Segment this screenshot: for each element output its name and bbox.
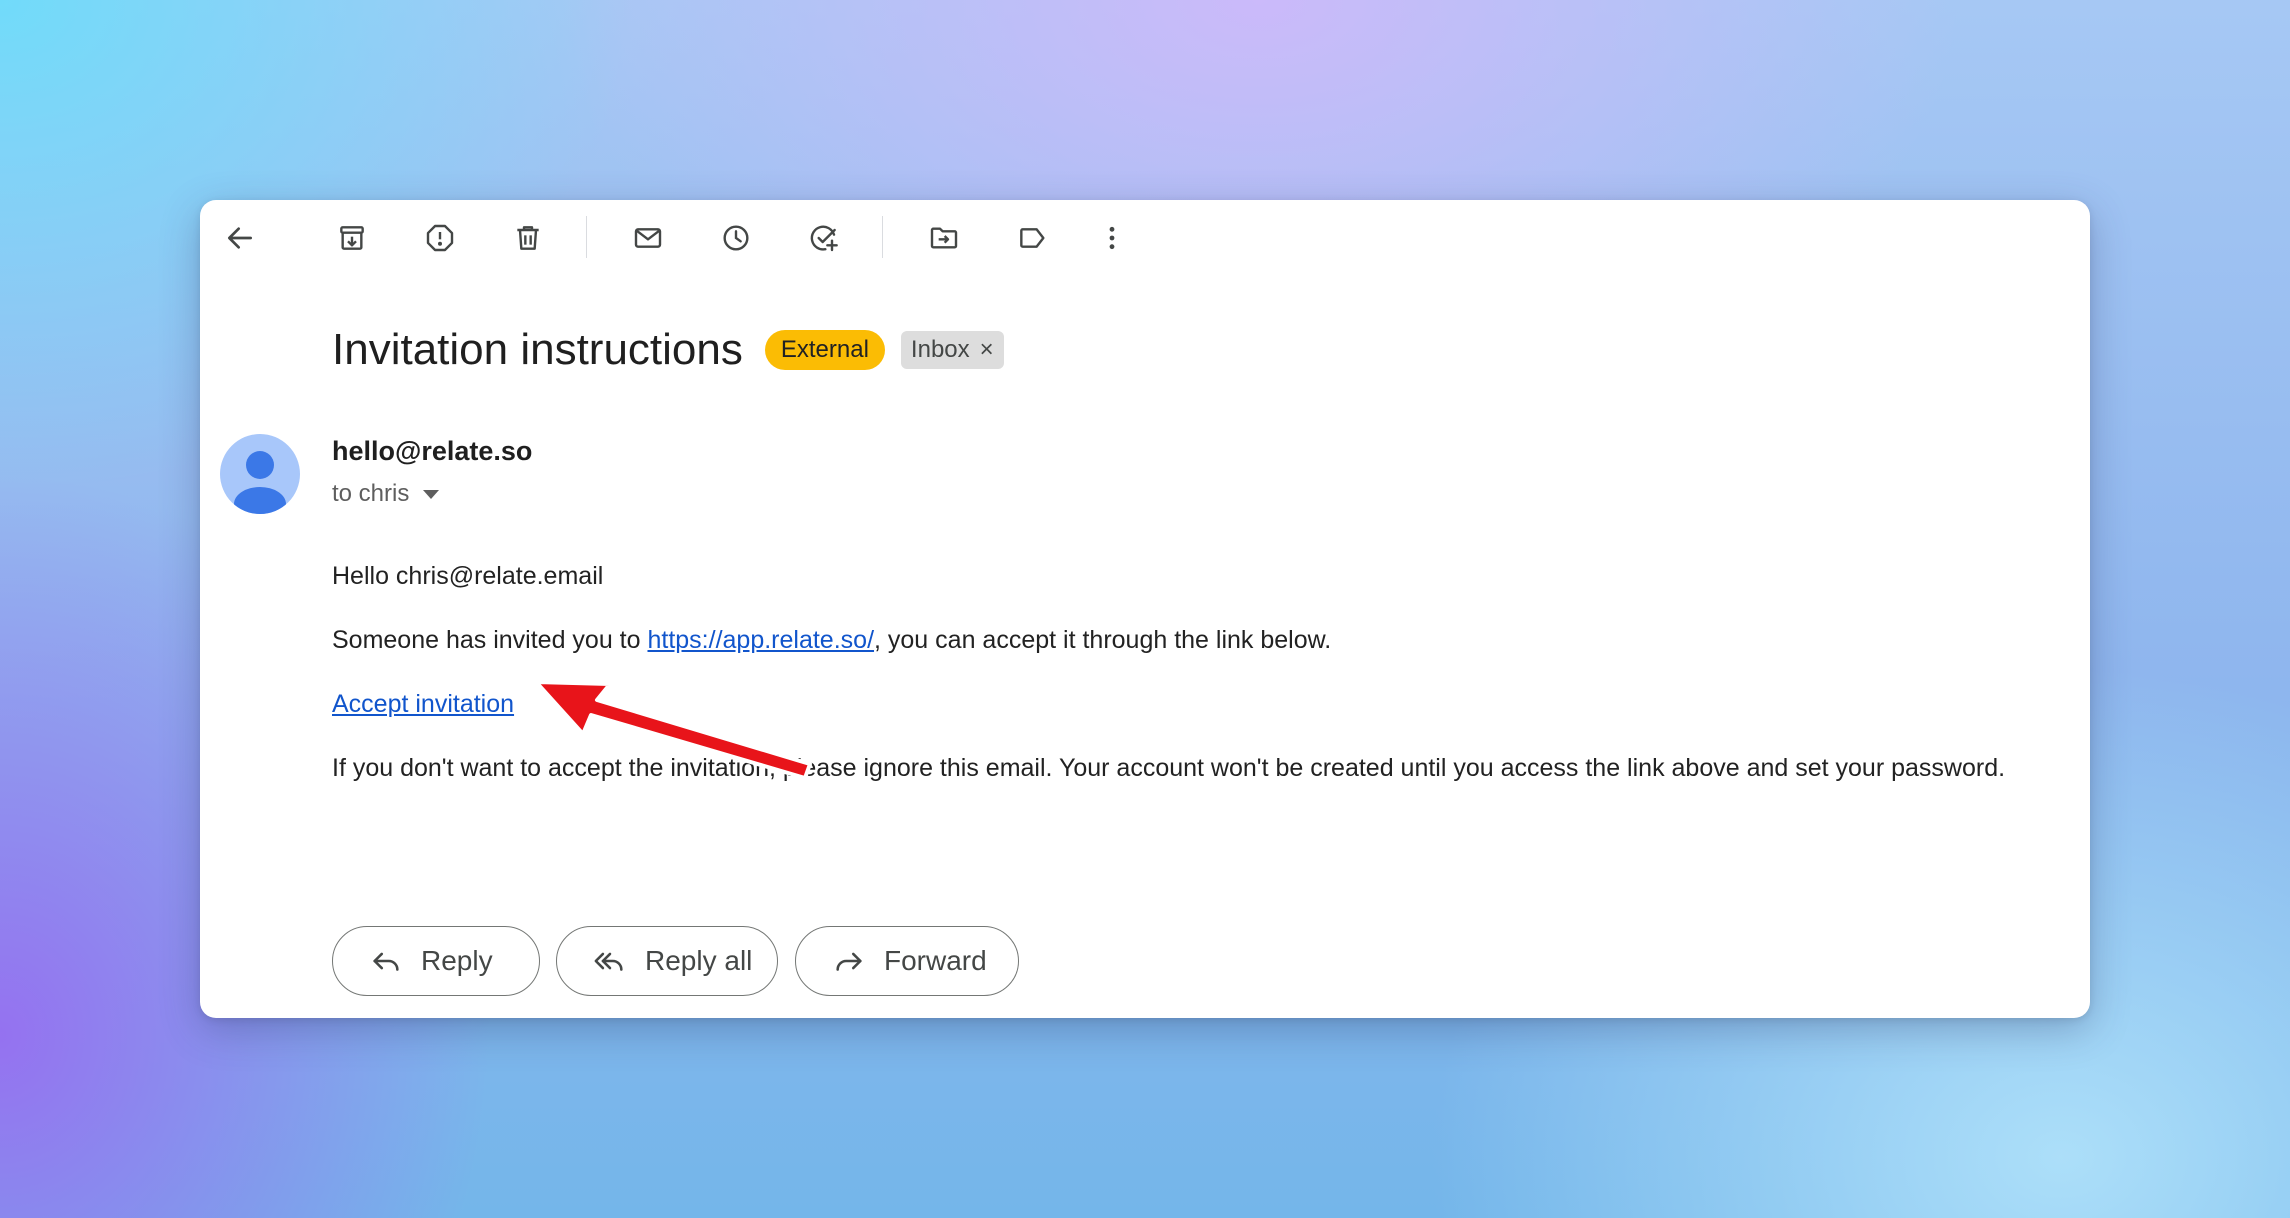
forward-button[interactable]: Forward (795, 926, 1019, 996)
inbox-label-text: Inbox (910, 336, 970, 363)
snooze-button[interactable] (712, 214, 760, 262)
delete-button[interactable] (504, 214, 552, 262)
move-to-button[interactable] (920, 214, 968, 262)
mark-unread-icon (634, 228, 662, 248)
reply-icon (373, 952, 399, 971)
reply-label: Reply (421, 945, 493, 976)
reply-all-icon (594, 952, 623, 971)
arrow-left-icon (228, 227, 252, 249)
add-task-icon (810, 225, 838, 252)
inbox-label-chip: Inbox × (900, 331, 1004, 369)
add-task-button[interactable] (800, 214, 848, 262)
caret-down-icon (423, 489, 440, 499)
snooze-icon (723, 225, 749, 251)
more-options-button[interactable] (1088, 214, 1136, 262)
recipient-details-toggle[interactable]: to chris (332, 480, 440, 508)
reply-all-label: Reply all (645, 945, 753, 976)
toolbar-divider (882, 216, 883, 258)
email-subject: Invitation instructions (332, 325, 743, 374)
annotation-arrow-icon (534, 680, 812, 780)
report-spam-button[interactable] (416, 214, 464, 262)
archive-button[interactable] (328, 214, 376, 262)
back-button[interactable] (216, 214, 264, 262)
body-paragraph-invite: Someone has invited you to https://app.r… (332, 626, 1331, 655)
body-greeting: Hello chris@relate.email (332, 562, 604, 590)
avatar (220, 434, 300, 514)
more-vert-icon (1109, 226, 1115, 250)
sender-email: hello@relate.so (332, 436, 533, 466)
forward-icon (836, 952, 862, 971)
email-card: Invitation instructions External Inbox ×… (200, 200, 2090, 1018)
reply-button[interactable]: Reply (332, 926, 540, 996)
app-link[interactable]: https://app.relate.so/ (647, 626, 874, 654)
label-icon (1020, 228, 1045, 248)
body-text-segment: Someone has invited you to (332, 626, 648, 654)
forward-label: Forward (884, 945, 987, 976)
external-label-chip: External (764, 330, 885, 370)
recipient-text: to chris (332, 480, 410, 507)
reply-all-button[interactable]: Reply all (556, 926, 778, 996)
delete-icon (517, 226, 539, 250)
archive-icon (340, 226, 364, 250)
label-button[interactable] (1008, 214, 1056, 262)
accept-invitation-link[interactable]: Accept invitation (332, 690, 514, 719)
mark-unread-button[interactable] (624, 214, 672, 262)
remove-label-button[interactable]: × (980, 337, 994, 363)
subject-row: Invitation instructions External Inbox × (332, 320, 1004, 380)
body-text-segment: , you can accept it through the link bel… (874, 626, 1332, 654)
report-spam-icon (426, 224, 454, 252)
move-to-icon (930, 227, 958, 249)
toolbar-divider (586, 216, 587, 258)
